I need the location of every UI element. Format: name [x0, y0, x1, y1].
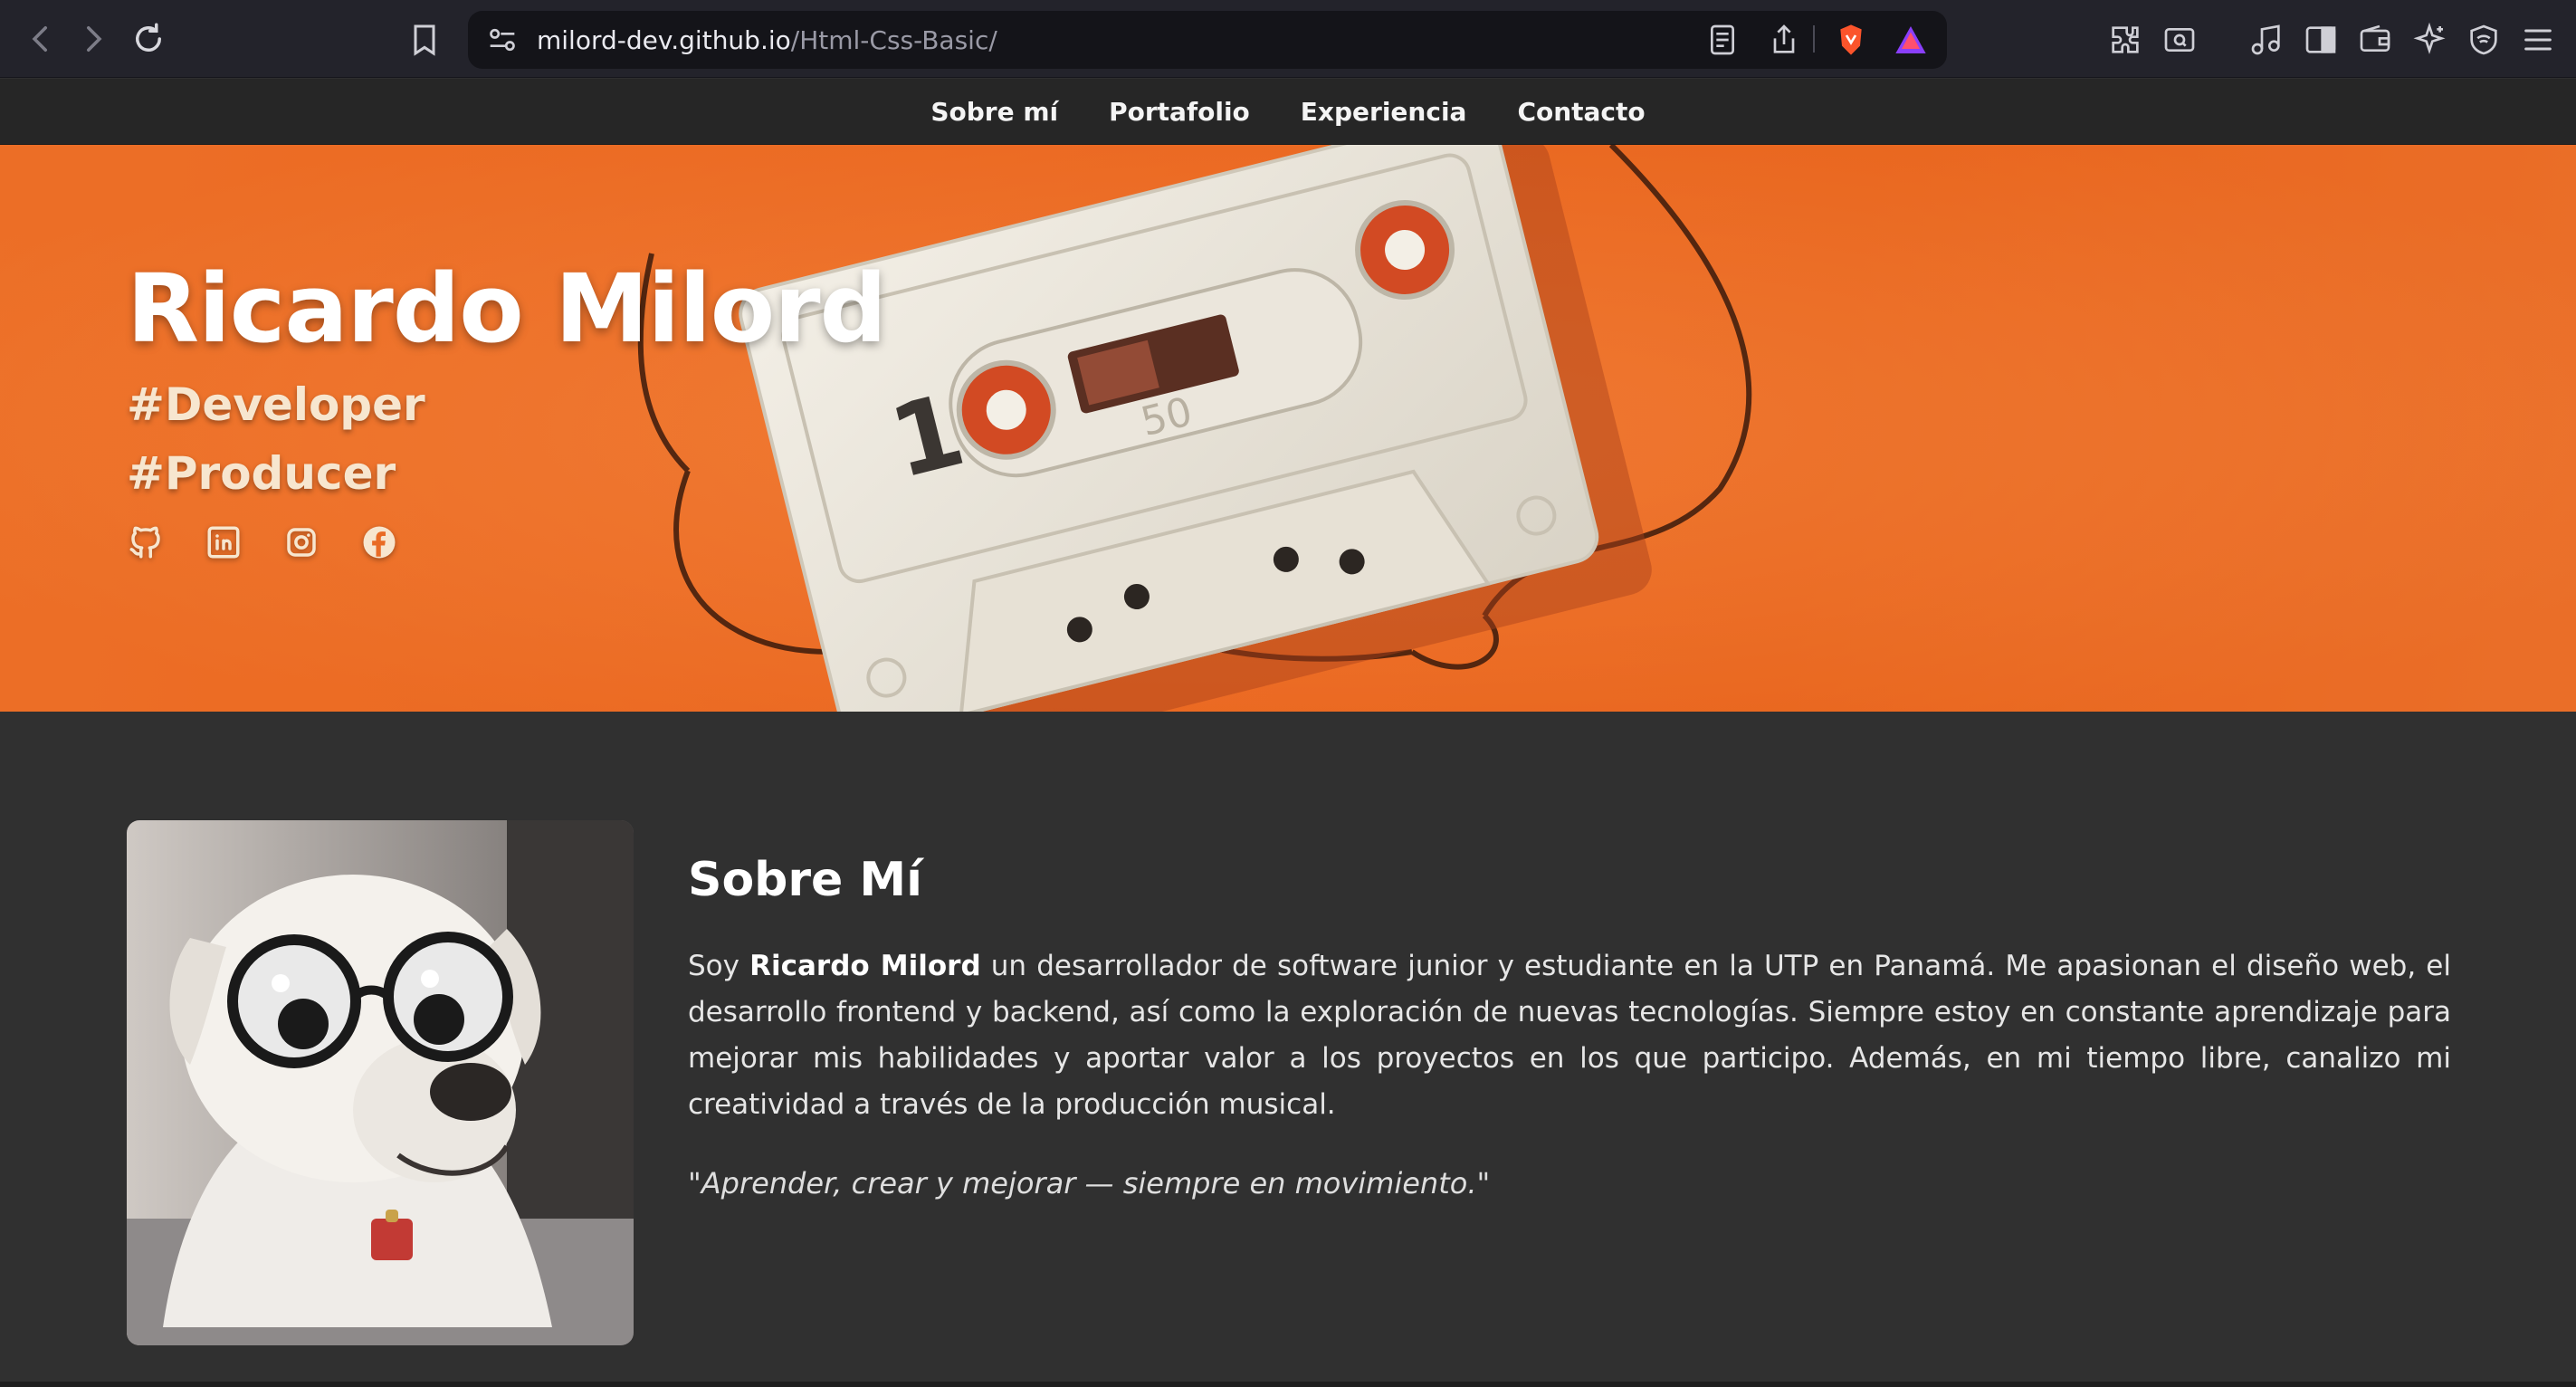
- instagram-icon[interactable]: [282, 523, 320, 561]
- linkedin-icon[interactable]: [205, 523, 243, 561]
- github-icon[interactable]: [127, 523, 165, 561]
- url-domain: milord-dev.github.io: [537, 25, 791, 55]
- address-bar[interactable]: milord-dev.github.io/Html-Css-Basic/: [468, 11, 1947, 69]
- nav-contacto[interactable]: Contacto: [1517, 97, 1645, 127]
- hero-tag-producer: #Producer: [127, 447, 396, 500]
- about-name: Ricardo Milord: [749, 950, 981, 982]
- media-music-icon[interactable]: [2248, 22, 2285, 58]
- section-divider: [0, 1382, 2576, 1387]
- hero-tag-developer: #Developer: [127, 378, 425, 431]
- nav-experiencia[interactable]: Experiencia: [1301, 97, 1467, 127]
- nav-portafolio[interactable]: Portafolio: [1109, 97, 1250, 127]
- screenshot-search-icon[interactable]: [2161, 22, 2198, 58]
- share-icon[interactable]: [1766, 22, 1802, 58]
- back-icon[interactable]: [22, 20, 60, 58]
- hero-banner: 50 1 Ricardo Milord #Developer #Producer: [0, 145, 2576, 712]
- extensions-icon[interactable]: [2107, 22, 2143, 58]
- about-paragraph: Soy Ricardo Milord un desarrollador de s…: [688, 943, 2451, 1128]
- browser-toolbar: milord-dev.github.io/Html-Css-Basic/: [0, 0, 2576, 78]
- wallet-icon[interactable]: [2357, 22, 2393, 58]
- url-text[interactable]: milord-dev.github.io/Html-Css-Basic/: [537, 25, 997, 55]
- hero-title: Ricardo Milord: [127, 253, 887, 364]
- reload-icon[interactable]: [129, 20, 167, 58]
- social-links: [127, 523, 398, 561]
- profile-photo: [127, 820, 634, 1345]
- facebook-icon[interactable]: [360, 523, 398, 561]
- divider: [1813, 25, 1815, 53]
- brave-shields-icon[interactable]: [1833, 22, 1869, 58]
- about-quote: "Aprender, crear y mejorar — siempre en …: [688, 1166, 1491, 1200]
- bookmark-icon[interactable]: [406, 22, 443, 58]
- about-title: Sobre Mí: [688, 853, 922, 907]
- site-settings-icon[interactable]: [484, 22, 520, 58]
- about-text-lead: Soy: [688, 950, 750, 982]
- forward-icon[interactable]: [74, 20, 112, 58]
- about-section: Sobre Mí Soy Ricardo Milord un desarroll…: [0, 712, 2576, 1387]
- leo-ai-icon[interactable]: [2411, 22, 2447, 58]
- url-path: /Html-Css-Basic/: [790, 25, 997, 55]
- menu-icon[interactable]: [2520, 22, 2556, 58]
- reader-mode-icon[interactable]: [1704, 22, 1741, 58]
- nav-sobre-mi[interactable]: Sobre mí: [930, 97, 1058, 127]
- vpn-shield-icon[interactable]: [2466, 22, 2502, 58]
- sidebar-icon[interactable]: [2303, 22, 2339, 58]
- site-navigation: Sobre mí Portafolio Experiencia Contacto: [0, 79, 2576, 145]
- brave-rewards-icon[interactable]: [1893, 22, 1929, 58]
